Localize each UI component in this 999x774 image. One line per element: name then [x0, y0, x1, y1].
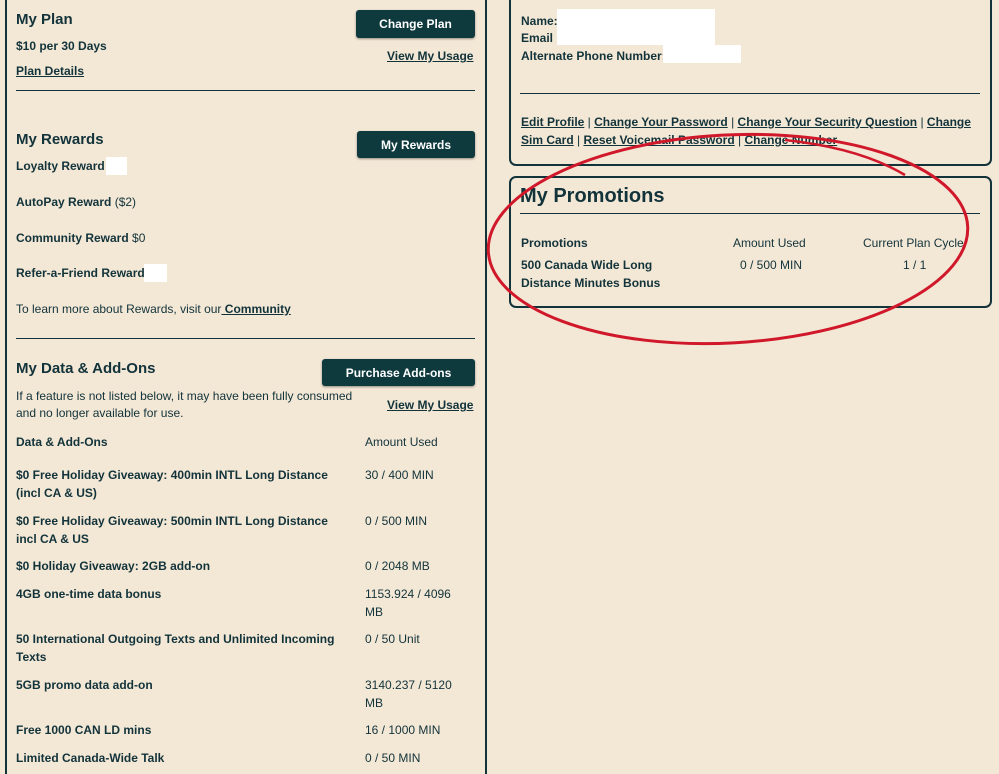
profile-alt-phone-label: Alternate Phone Number: [521, 49, 666, 63]
plan-title: My Plan [16, 11, 73, 28]
loyalty-redacted [106, 157, 127, 175]
addon-row-name: 5GB promo data add-on [16, 678, 153, 692]
change-security-question-link[interactable]: Change Your Security Question [738, 115, 918, 129]
promo-col-cycle: Current Plan Cycle [863, 236, 964, 250]
promo-row-cycle: 1 / 1 [903, 258, 927, 272]
autopay-reward-label: AutoPay Reward [16, 195, 112, 209]
addons-title: My Data & Add-Ons [16, 360, 156, 377]
addons-col-amount: Amount Used [365, 435, 438, 449]
community-reward-value: $0 [132, 231, 146, 245]
change-number-link[interactable]: Change Number [744, 133, 837, 147]
profile-name-label: Name: [521, 14, 558, 28]
promotions-divider [520, 213, 980, 214]
plan-details-link[interactable]: Plan Details [16, 64, 84, 78]
plan-price: $10 per 30 Days [16, 39, 107, 53]
rewards-divider [16, 338, 475, 339]
link-separator: | [917, 115, 927, 129]
alt-phone-redacted [663, 45, 741, 63]
addon-row-amount: 0 / 50 MIN [365, 751, 421, 765]
rewards-learn-more: To learn more about Rewards, visit our C… [16, 302, 291, 316]
refer-reward-label: Refer-a-Friend Reward [16, 266, 145, 280]
profile-links: Edit Profile | Change Your Password | Ch… [521, 113, 983, 149]
rewards-title: My Rewards [16, 131, 104, 148]
autopay-reward: AutoPay Reward ($2) [16, 195, 136, 209]
promo-col-amount: Amount Used [733, 236, 806, 250]
edit-profile-link[interactable]: Edit Profile [521, 115, 584, 129]
link-separator: | [573, 133, 584, 147]
name-redacted [557, 9, 715, 29]
addon-row-amount: 0 / 2048 MB [365, 559, 430, 573]
addon-row-name: Free 1000 CAN LD mins [16, 723, 152, 737]
addon-row-amount: 0 / 500 MIN [365, 514, 428, 528]
promo-row-name: 500 Canada Wide Long Distance Minutes Bo… [521, 258, 661, 290]
addon-row-name: $0 Holiday Giveaway: 2GB add-on [16, 559, 211, 573]
promotions-title: My Promotions [520, 185, 665, 207]
learn-more-text: To learn more about Rewards, visit our [16, 302, 222, 316]
view-usage-link[interactable]: View My Usage [387, 49, 473, 63]
addons-view-usage-link[interactable]: View My Usage [387, 398, 473, 412]
change-password-link[interactable]: Change Your Password [594, 115, 728, 129]
reset-voicemail-password-link[interactable]: Reset Voicemail Password [583, 133, 734, 147]
addon-row-amount: 3140.237 / 5120 MB [365, 678, 452, 710]
addon-row-amount: 30 / 400 MIN [365, 468, 434, 482]
left-border [5, 0, 7, 774]
link-separator: | [734, 133, 745, 147]
autopay-reward-value: ($2) [114, 195, 137, 209]
addons-col-name: Data & Add-Ons [16, 435, 108, 449]
addon-row-amount: 0 / 50 Unit [365, 632, 420, 646]
addon-row-amount: 1153.924 / 4096 MB [365, 587, 451, 619]
purchase-addons-button[interactable]: Purchase Add-ons [322, 359, 475, 386]
addon-row-name: 50 International Outgoing Texts and Unli… [16, 632, 335, 664]
community-reward: Community Reward $0 [16, 231, 145, 245]
email-redacted [557, 29, 715, 45]
community-reward-label: Community Reward [16, 231, 129, 245]
profile-divider [520, 93, 980, 94]
loyalty-reward-label: Loyalty Reward ( [16, 159, 112, 173]
left-panel-right-border [485, 0, 487, 774]
link-separator: | [727, 115, 738, 129]
plan-divider [16, 90, 475, 91]
addon-row-name: 4GB one-time data bonus [16, 587, 162, 601]
profile-email-label: Email : [521, 31, 561, 45]
addon-row-name: $0 Free Holiday Giveaway: 400min INTL Lo… [16, 468, 328, 500]
addon-row-name: $0 Free Holiday Giveaway: 500min INTL Lo… [16, 514, 328, 546]
promo-col-name: Promotions [521, 236, 588, 250]
my-rewards-button[interactable]: My Rewards [357, 131, 475, 158]
loyalty-reward-text: Loyalty Reward [16, 159, 105, 173]
addons-note: If a feature is not listed below, it may… [16, 389, 353, 420]
addon-row-amount: 16 / 1000 MIN [365, 723, 441, 737]
promo-row-amount: 0 / 500 MIN [740, 258, 803, 272]
addon-row-name: Limited Canada-Wide Talk [16, 751, 165, 765]
refer-redacted [144, 264, 167, 282]
change-plan-button[interactable]: Change Plan [356, 10, 475, 38]
community-link[interactable]: Community [221, 302, 291, 316]
link-separator: | [584, 115, 595, 129]
